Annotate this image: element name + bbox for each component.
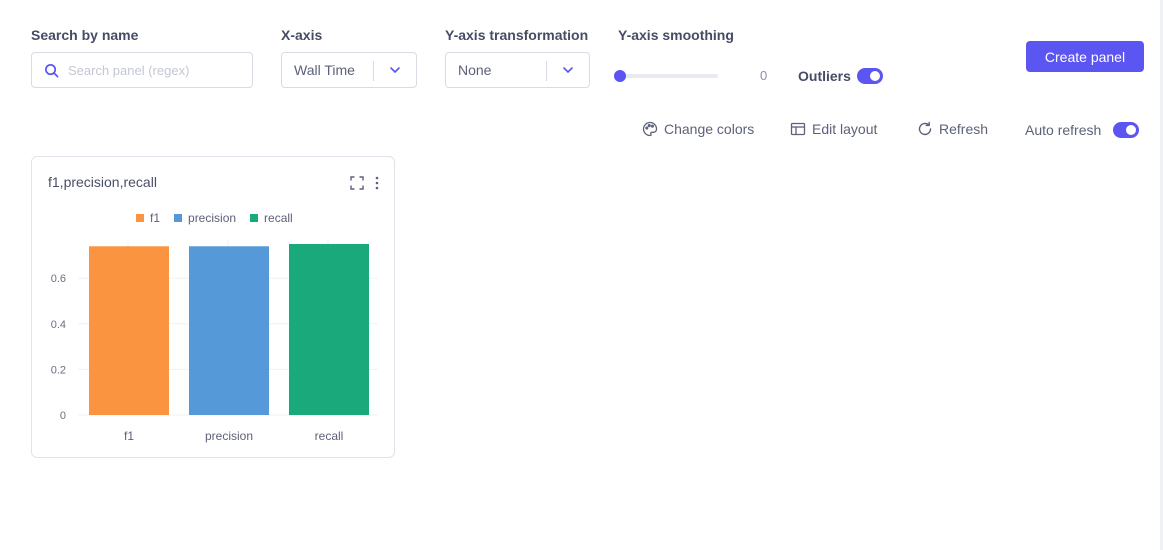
search-field[interactable]: [31, 52, 253, 88]
legend-item-recall[interactable]: recall: [250, 211, 293, 225]
search-input[interactable]: [68, 62, 238, 78]
expand-icon[interactable]: [350, 176, 364, 190]
refresh-button[interactable]: Refresh: [917, 121, 988, 137]
y-tick-label: 0.6: [51, 273, 66, 285]
y-tick-label: 0.2: [51, 364, 66, 376]
legend-item-f1[interactable]: f1: [136, 211, 160, 225]
search-label: Search by name: [31, 27, 139, 43]
select-divider: [373, 61, 374, 81]
bar-chart: 0 0.2 0.4 0.6 f1 precision recall: [51, 239, 378, 443]
chevron-down-icon[interactable]: [561, 63, 575, 77]
x-tick-label: recall: [315, 429, 344, 443]
legend-swatch: [250, 214, 259, 222]
legend-swatch: [174, 214, 183, 222]
bar-precision: [189, 246, 269, 415]
refresh-icon: [918, 121, 932, 136]
refresh-label: Refresh: [939, 121, 989, 137]
ytransform-value: None: [458, 62, 492, 78]
auto-refresh-toggle[interactable]: [1113, 122, 1139, 138]
bar-f1: [89, 246, 169, 415]
auto-refresh-label: Auto refresh: [1025, 122, 1102, 138]
xaxis-value: Wall Time: [294, 62, 355, 78]
edit-layout-label: Edit layout: [812, 121, 878, 137]
smoothing-slider-track[interactable]: [618, 74, 718, 78]
smoothing-value: 0: [760, 68, 768, 83]
chevron-down-icon[interactable]: [388, 63, 402, 77]
layout-icon: [790, 122, 806, 136]
more-vertical-icon[interactable]: [370, 176, 384, 190]
y-tick-label: 0.4: [51, 319, 66, 331]
xaxis-select[interactable]: Wall Time: [281, 52, 417, 88]
ytransform-label: Y-axis transformation: [445, 27, 589, 43]
legend-item-precision[interactable]: precision: [174, 211, 236, 225]
legend-label: f1: [150, 211, 161, 225]
legend-label: recall: [264, 211, 293, 225]
edit-layout-button[interactable]: Edit layout: [790, 121, 877, 137]
legend-label: precision: [188, 211, 237, 225]
outliers-label: Outliers: [798, 68, 851, 84]
legend-swatch: [136, 214, 144, 222]
palette-icon: [642, 121, 658, 137]
x-tick-label: precision: [205, 429, 253, 443]
create-panel-button[interactable]: Create panel: [1026, 41, 1144, 72]
search-icon: [45, 63, 59, 77]
x-tick-label: f1: [124, 429, 134, 443]
y-tick-label: 0: [60, 410, 66, 422]
xaxis-label: X-axis: [281, 27, 323, 43]
select-divider: [546, 61, 547, 81]
chart-panel: f1,precision,recall f1 precision recall …: [31, 156, 395, 458]
bar-recall: [289, 244, 369, 415]
panel-title: f1,precision,recall: [48, 174, 157, 190]
change-colors-button[interactable]: Change colors: [642, 121, 754, 137]
smoothing-label: Y-axis smoothing: [618, 27, 734, 43]
chart-legend: f1 precision recall: [136, 211, 293, 225]
smoothing-slider-handle[interactable]: [614, 70, 626, 82]
ytransform-select[interactable]: None: [445, 52, 590, 88]
change-colors-label: Change colors: [664, 121, 755, 137]
outliers-toggle[interactable]: [857, 68, 883, 84]
